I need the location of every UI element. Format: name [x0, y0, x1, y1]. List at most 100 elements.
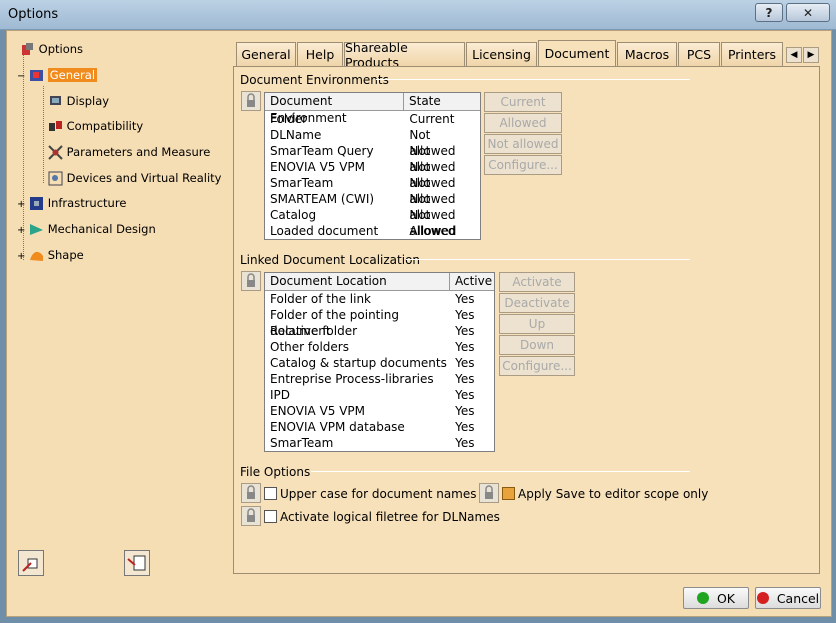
table-row[interactable]: SmarTeam Yes — [265, 435, 494, 451]
col-header-doc-env[interactable]: Document Environment — [265, 93, 404, 125]
col-header-active[interactable]: Active — [450, 273, 494, 290]
cancel-button[interactable]: Cancel — [755, 587, 821, 609]
tree-item-parameters[interactable]: Parameters and Measure — [48, 145, 210, 160]
table-row[interactable]: SmarTeam Not allowed — [265, 175, 480, 206]
table-row[interactable]: ENOVIA V5 VPM Yes — [265, 403, 494, 419]
table-row[interactable]: Folder Current — [265, 111, 480, 127]
table-row[interactable]: Folder of the pointing document Yes — [265, 307, 494, 338]
allowed-button[interactable]: Allowed — [484, 113, 562, 133]
doc-env-lock-button[interactable] — [241, 91, 261, 111]
tree-item-compatibility[interactable]: Compatibility — [48, 119, 143, 134]
upper-case-label: Upper case for document names — [280, 487, 477, 501]
tab-document[interactable]: Document — [538, 40, 616, 66]
table-cell: Catalog — [270, 208, 317, 222]
deactivate-button[interactable]: Deactivate — [499, 293, 575, 313]
lock-icon — [247, 93, 255, 107]
table-row[interactable]: IPD Yes — [265, 387, 494, 403]
options-icon — [20, 42, 35, 57]
not-allowed-button[interactable]: Not allowed — [484, 134, 562, 154]
arrow-left-icon: ◀ — [790, 50, 798, 60]
tree-item-general[interactable]: − General — [17, 68, 98, 83]
table-cell: Yes — [455, 420, 475, 434]
tab-shareable-products[interactable]: Shareable Products — [344, 40, 465, 70]
configure-env-button[interactable]: Configure... — [484, 155, 562, 175]
display-icon — [48, 94, 63, 109]
configure-location-button[interactable]: Configure... — [499, 356, 575, 376]
table-row[interactable]: ENOVIA V5 VPM Not allowed — [265, 159, 480, 190]
tree-item-shape[interactable]: + Shape — [17, 248, 84, 263]
tree-item-display[interactable]: Display — [48, 94, 109, 109]
compatibility-icon — [48, 119, 63, 134]
activate-button[interactable]: Activate — [499, 272, 575, 292]
reset-settings-button[interactable] — [18, 550, 44, 576]
col-header-location[interactable]: Document Location — [265, 273, 450, 290]
table-row[interactable]: SMARTEAM (CWI) Not allowed — [265, 191, 480, 222]
table-cell: DLName — [270, 128, 322, 142]
table-cell: Not allowed — [409, 192, 456, 222]
col-header-state[interactable]: State — [404, 93, 480, 110]
arrow-right-icon: ▶ — [807, 50, 815, 60]
help-button[interactable]: ? — [755, 3, 783, 22]
table-row[interactable]: Other folders Yes — [265, 339, 494, 355]
linked-location-list[interactable]: Document Location Active Folder of the l… — [264, 272, 495, 452]
table-row[interactable]: DLName Not allowed — [265, 127, 480, 158]
tree-root[interactable]: Options — [20, 42, 83, 57]
lock-icon — [247, 485, 255, 499]
export-settings-button[interactable] — [124, 550, 150, 576]
tree-item-infrastructure[interactable]: + Infrastructure — [17, 196, 126, 211]
lock-icon — [247, 273, 255, 287]
table-cell: Current — [409, 112, 455, 126]
table-cell: SMARTEAM (CWI) — [270, 192, 375, 206]
tree-item-mechanical-design[interactable]: + Mechanical Design — [17, 222, 156, 237]
window-title: Options — [8, 7, 59, 22]
doc-env-section-label: Document Environments — [240, 73, 389, 87]
table-row[interactable]: Catalog & startup documents Yes — [265, 355, 494, 371]
upper-case-lock-button[interactable] — [241, 483, 261, 503]
table-cell: Not allowed — [409, 144, 456, 174]
table-cell: Yes — [455, 436, 475, 450]
down-button[interactable]: Down — [499, 335, 575, 355]
doc-env-list[interactable]: Document Environment State Folder Current… — [264, 92, 481, 240]
tab-scroll-left-button[interactable]: ◀ — [786, 47, 802, 63]
upper-case-checkbox[interactable] — [264, 487, 277, 500]
current-button[interactable]: Current — [484, 92, 562, 112]
lock-icon — [485, 485, 493, 499]
apply-save-checkbox[interactable] — [502, 487, 515, 500]
tab-pcs[interactable]: PCS — [678, 42, 720, 66]
table-cell: SmarTeam — [270, 436, 334, 450]
linked-section-label: Linked Document Localization — [240, 253, 421, 267]
table-cell: Catalog & startup documents — [270, 356, 447, 370]
table-row[interactable]: Entreprise Process-libraries Yes — [265, 371, 494, 387]
table-row[interactable]: Catalog Not allowed — [265, 207, 480, 238]
table-cell: Relative folder — [270, 324, 358, 338]
parameters-icon — [48, 145, 63, 160]
up-button[interactable]: Up — [499, 314, 575, 334]
table-row[interactable]: Relative folder Yes — [265, 323, 494, 339]
options-tree: Options − General Display Compatibility … — [17, 40, 228, 280]
table-cell: SmarTeam Query — [270, 144, 374, 158]
table-row[interactable]: Folder of the link Yes — [265, 291, 494, 307]
tab-scroll-right-button[interactable]: ▶ — [803, 47, 819, 63]
table-cell: Not allowed — [409, 128, 456, 158]
expand-icon: + — [17, 199, 26, 210]
apply-save-lock-button[interactable] — [479, 483, 499, 503]
table-cell: Folder of the link — [270, 292, 372, 306]
tab-macros[interactable]: Macros — [617, 42, 677, 66]
table-cell: Yes — [455, 356, 475, 370]
tab-printers[interactable]: Printers — [721, 42, 783, 66]
ok-button[interactable]: OK — [683, 587, 749, 609]
tab-help[interactable]: Help — [297, 42, 343, 66]
tab-licensing[interactable]: Licensing — [466, 42, 537, 66]
logical-filetree-checkbox[interactable] — [264, 510, 277, 523]
close-button[interactable]: ✕ — [786, 3, 830, 22]
table-cell: SmarTeam — [270, 176, 334, 190]
lock-icon — [247, 508, 255, 522]
table-row[interactable]: Loaded document Allowed — [265, 223, 480, 239]
tree-item-devices[interactable]: Devices and Virtual Reality — [48, 171, 221, 186]
title-bar: Options ? ✕ — [0, 0, 836, 30]
logical-filetree-lock-button[interactable] — [241, 506, 261, 526]
table-row[interactable]: SmarTeam Query Not allowed — [265, 143, 480, 174]
table-row[interactable]: ENOVIA VPM database Yes — [265, 419, 494, 435]
linked-lock-button[interactable] — [241, 271, 261, 291]
tab-general[interactable]: General — [236, 42, 296, 66]
